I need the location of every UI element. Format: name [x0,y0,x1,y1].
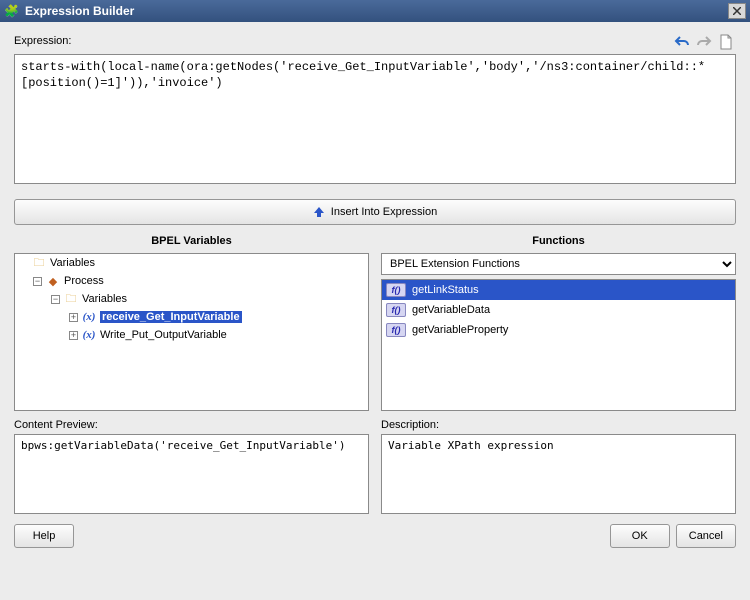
ok-button[interactable]: OK [610,524,670,548]
function-label: getLinkStatus [412,284,479,296]
description-area: Variable XPath expression [381,434,736,514]
content-preview-label: Content Preview: [14,419,369,431]
cancel-button[interactable]: Cancel [676,524,736,548]
insert-up-icon [313,206,325,218]
functions-header: Functions [381,233,736,253]
variable-icon: (x) [82,328,96,342]
redo-button[interactable] [694,32,714,52]
process-icon: ◆ [46,274,60,288]
function-label: getVariableData [412,304,490,316]
undo-icon [674,34,690,50]
variables-tree-panel[interactable]: 🗀 Variables − ◆ Process − 🗀 Variables + … [14,253,369,411]
tree-label: Write_Put_OutputVariable [100,329,227,341]
tree-node-variable[interactable]: + (x) receive_Get_InputVariable [15,308,368,326]
tree-label: Variables [82,293,127,305]
undo-button[interactable] [672,32,692,52]
tree-node-process[interactable]: − ◆ Process [15,272,368,290]
description-label: Description: [381,419,736,431]
expression-textarea[interactable]: starts-with(local-name(ora:getNodes('rec… [14,54,736,184]
help-button[interactable]: Help [14,524,74,548]
function-item[interactable]: f() getVariableProperty [382,320,735,340]
function-item[interactable]: f() getVariableData [382,300,735,320]
insert-into-expression-button[interactable]: Insert Into Expression [14,199,736,225]
tree-label: Process [64,275,104,287]
close-icon [733,7,741,15]
page-icon [719,34,733,50]
folder-icon: 🗀 [64,292,78,306]
collapse-icon[interactable]: − [51,295,60,304]
variable-icon: (x) [82,310,96,324]
close-button[interactable] [728,3,746,19]
expression-label: Expression: [14,35,71,47]
function-icon: f() [386,303,406,317]
collapse-icon[interactable]: − [33,277,42,286]
tree-node-variables-folder[interactable]: − 🗀 Variables [15,290,368,308]
expand-icon[interactable]: + [69,331,78,340]
tree-label: receive_Get_InputVariable [100,311,242,323]
content-preview-area: bpws:getVariableData('receive_Get_InputV… [14,434,369,514]
redo-icon [696,34,712,50]
titlebar: 🧩 Expression Builder [0,0,750,22]
folder-icon: 🗀 [32,256,46,270]
app-icon: 🧩 [4,4,19,18]
function-item[interactable]: f() getLinkStatus [382,280,735,300]
tree-node-variable[interactable]: + (x) Write_Put_OutputVariable [15,326,368,344]
functions-list-panel[interactable]: f() getLinkStatus f() getVariableData f(… [381,279,736,411]
dialog-footer: Help OK Cancel [0,514,750,562]
function-icon: f() [386,323,406,337]
clear-button[interactable] [716,32,736,52]
function-label: getVariableProperty [412,324,508,336]
bpel-variables-header: BPEL Variables [14,233,369,253]
tree-label: Variables [50,257,95,269]
insert-button-label: Insert Into Expression [331,206,437,218]
function-category-dropdown[interactable]: BPEL Extension Functions [381,253,736,275]
tree-root-variables[interactable]: 🗀 Variables [15,254,368,272]
expand-icon[interactable]: + [69,313,78,322]
function-icon: f() [386,283,406,297]
window-title: Expression Builder [25,4,134,18]
